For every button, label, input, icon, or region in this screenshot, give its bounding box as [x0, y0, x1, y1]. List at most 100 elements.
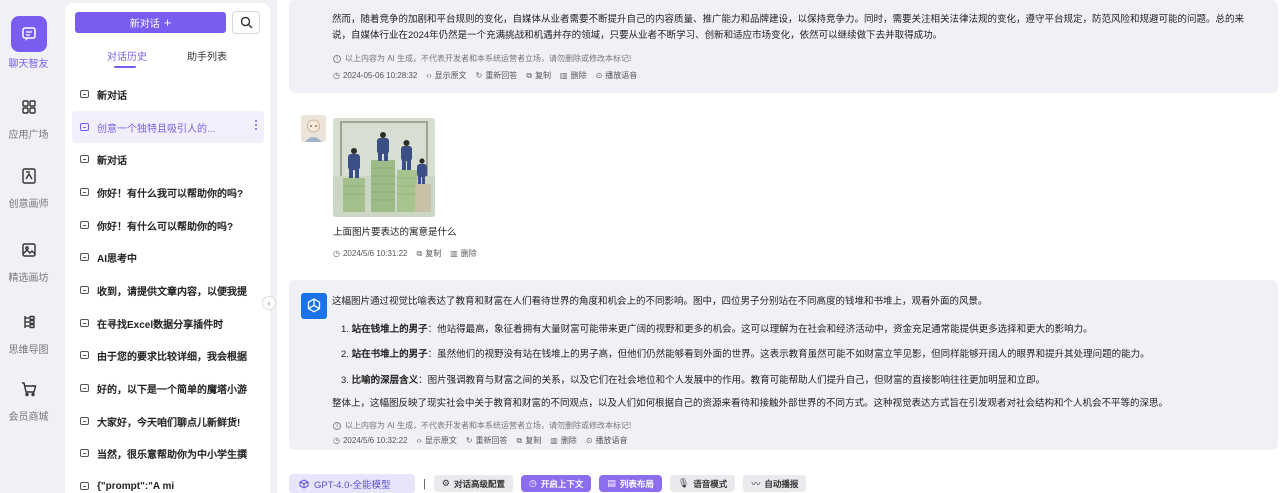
history-item[interactable]: 你好！有什么可以帮助你的吗?	[65, 209, 270, 241]
history-item-label: 新对话	[97, 155, 127, 167]
show-source-button[interactable]: ‹› 显示原文	[417, 435, 457, 446]
history-item[interactable]: 你好！有什么我可以帮助你的吗?	[65, 176, 270, 208]
draw-icon	[15, 162, 43, 190]
copy-icon: ⧉	[416, 248, 423, 258]
model-selector[interactable]: GPT-4.0-全能模型	[289, 474, 415, 493]
history-item[interactable]: 新对话	[65, 143, 270, 175]
play-audio-button[interactable]: ⊙ 播放语音	[586, 435, 628, 446]
nav-item-chat[interactable]: 聊天智友	[0, 16, 57, 70]
message-meta: ◷ 2024/5/6 10:32:22 ‹› 显示原文 ↻ 重新回答 ⧉ 复制 ▥ 删除 …	[333, 435, 637, 446]
trash-icon: ▥	[550, 436, 558, 445]
history-item[interactable]: AI思考中	[65, 241, 270, 273]
refresh-icon: ↻	[475, 71, 483, 80]
message-line: 说，自媒体行业在2024年仍然是一个充满挑战和机遇并存的领域，只要从业者不断学习…	[332, 30, 943, 41]
search-button[interactable]	[232, 11, 260, 34]
regenerate-button[interactable]: ↻ 重新回答	[476, 70, 518, 81]
history-item-label: 当然，很乐意帮助你为中小学生撰	[97, 449, 247, 461]
chevron-left-icon: ‹	[267, 298, 271, 308]
ai-notice: i 以上内容为 AI 生成，不代表开发者和本系统运营者立场，请勿删除或修改本标记!	[333, 53, 631, 64]
history-item-label: 好的，以下是一个简单的魔塔小游	[97, 384, 247, 396]
clock-icon: ◷	[333, 249, 340, 258]
answer-intro: 这幅图片通过视觉比喻表达了教育和财富在人们看待世界的角度和机会上的不同影响。图中…	[332, 296, 988, 307]
point-title: 站在书堆上的男子	[351, 349, 428, 360]
regenerate-button[interactable]: ↻ 重新回答	[466, 435, 508, 446]
history-item[interactable]: 收到，请提供文章内容，以便我提	[65, 274, 270, 306]
history-item-label: 创意一个独特且吸引人的...	[97, 123, 216, 135]
list-layout-button[interactable]: ▤ 列表布局	[599, 475, 662, 492]
tab-assistants[interactable]: 助手列表	[187, 48, 227, 63]
delete-button[interactable]: ▥ 删除	[550, 435, 577, 446]
point-number: 2.	[341, 349, 349, 360]
history-item[interactable]: {"prompt":"A mi	[65, 470, 270, 493]
grid-icon	[15, 93, 43, 121]
refresh-icon: ↻	[465, 436, 473, 445]
collapse-sidebar-button[interactable]: ‹	[262, 296, 276, 310]
gpt-avatar	[301, 293, 327, 319]
notice-text: 以上内容为 AI 生成，不代表开发者和本系统运营者立场，请勿删除或修改本标记!	[345, 421, 632, 430]
chat-bubble-icon	[80, 155, 89, 163]
ai-message: 然而，随着竞争的加剧和平台规则的变化，自媒体从业者需要不断提升自己的内容质量、推…	[289, 0, 1278, 93]
history-item[interactable]: 大家好，今天咱们聊点儿新鲜货!	[65, 405, 270, 437]
nav-item-shop[interactable]: 会员商城	[0, 375, 57, 423]
history-item-active[interactable]: 创意一个独特且吸引人的...	[72, 111, 264, 143]
copy-icon: ⧉	[516, 435, 523, 445]
point-title: 比喻的深层含义	[351, 375, 419, 386]
clock-icon: ◷	[528, 478, 537, 488]
chat-toolbar: GPT-4.0-全能模型 | ⚙ 对话高级配置 ◷ 开启上下文 ▤ 列表布局 🎙 语音模…	[289, 474, 814, 493]
plus-icon: +	[163, 14, 172, 30]
nav-item-apps[interactable]: 应用广场	[0, 93, 57, 141]
point-body: ：图片强调教育与财富之间的关系，以及它们在社会地位和个人发展中的作用。教育可能帮…	[418, 375, 1046, 386]
notice-text: 以上内容为 AI 生成，不代表开发者和本系统运营者立场，请勿删除或修改本标记!	[345, 54, 632, 63]
point-body: ：虽然他们的视野没有站在钱堆上的男子高，但他们仍然能够看到外面的世界。这表示教育…	[427, 349, 1150, 360]
nav-item-draw[interactable]: 创意画师	[0, 162, 57, 210]
action-label: 复制	[525, 436, 542, 445]
chat-bubble-icon	[80, 188, 89, 196]
user-avatar	[301, 115, 326, 142]
action-label: 显示原文	[424, 436, 457, 445]
history-item[interactable]: 在寻找Excel数据分享插件时	[65, 307, 270, 339]
copy-button[interactable]: ⧉ 复制	[517, 435, 542, 446]
chat-bubble-icon	[80, 286, 89, 294]
audio-wave-icon: 〰	[751, 479, 761, 489]
answer-summary: 整体上，这幅图反映了现实社会中关于教育和财富的不同观点，以及人们如何根据自己的资…	[332, 398, 1169, 409]
history-item[interactable]: 新对话	[65, 78, 270, 110]
gallery-icon	[15, 236, 43, 264]
context-toggle-button[interactable]: ◷ 开启上下文	[520, 475, 592, 492]
tab-active-indicator	[114, 66, 136, 68]
nav-item-mindmap[interactable]: 思维导图	[0, 308, 57, 356]
more-icon[interactable]	[255, 120, 258, 132]
cube-icon	[299, 478, 309, 489]
history-item[interactable]: 好的，以下是一个简单的魔塔小游	[65, 372, 270, 404]
model-label: GPT-4.0-全能模型	[314, 479, 391, 491]
copy-icon: ⧉	[526, 70, 533, 80]
advanced-config-button[interactable]: ⚙ 对话高级配置	[433, 475, 513, 492]
history-item[interactable]: 当然，很乐意帮助你为中小学生撰	[65, 437, 270, 469]
delete-button[interactable]: ▥ 删除	[450, 248, 477, 259]
new-chat-button[interactable]: 新对话 +	[75, 12, 226, 33]
show-source-button[interactable]: ‹› 显示原文	[426, 70, 466, 81]
voice-mode-button[interactable]: 🎙 语音模式	[669, 475, 736, 492]
nav-item-gallery[interactable]: 精选画坊	[0, 236, 57, 284]
delete-button[interactable]: ▥ 删除	[560, 70, 587, 81]
history-item-label: 大家好，今天咱们聊点儿新鲜货!	[97, 417, 241, 429]
action-label: 显示原文	[434, 71, 467, 80]
nav-label: 创意画师	[8, 199, 49, 210]
button-label: 列表布局	[619, 478, 654, 489]
uploaded-image[interactable]	[333, 118, 435, 217]
chat-bubble-icon	[80, 319, 89, 327]
openai-icon	[307, 298, 321, 313]
history-item-label: AI思考中	[97, 253, 137, 265]
trash-icon: ▥	[450, 249, 458, 258]
message-line: 然而，随着竞争的加剧和平台规则的变化，自媒体从业者需要不断提升自己的内容质量、推…	[332, 14, 1245, 25]
nav-label: 精选画坊	[8, 273, 49, 284]
play-audio-button[interactable]: ⊙ 播放语音	[596, 70, 638, 81]
history-item-label: 你好！有什么可以帮助你的吗?	[97, 221, 234, 233]
copy-button[interactable]: ⧉ 复制	[526, 70, 551, 81]
tab-history[interactable]: 对话历史	[107, 48, 147, 63]
auto-play-button[interactable]: 〰自动播报	[743, 475, 807, 492]
search-icon	[240, 16, 252, 29]
toolbar-separator: |	[423, 477, 426, 490]
copy-button[interactable]: ⧉ 复制	[417, 248, 442, 259]
history-item[interactable]: 由于您的要求比较详细，我会根据	[65, 339, 270, 371]
history-item-label: {"prompt":"A mi	[97, 480, 175, 492]
